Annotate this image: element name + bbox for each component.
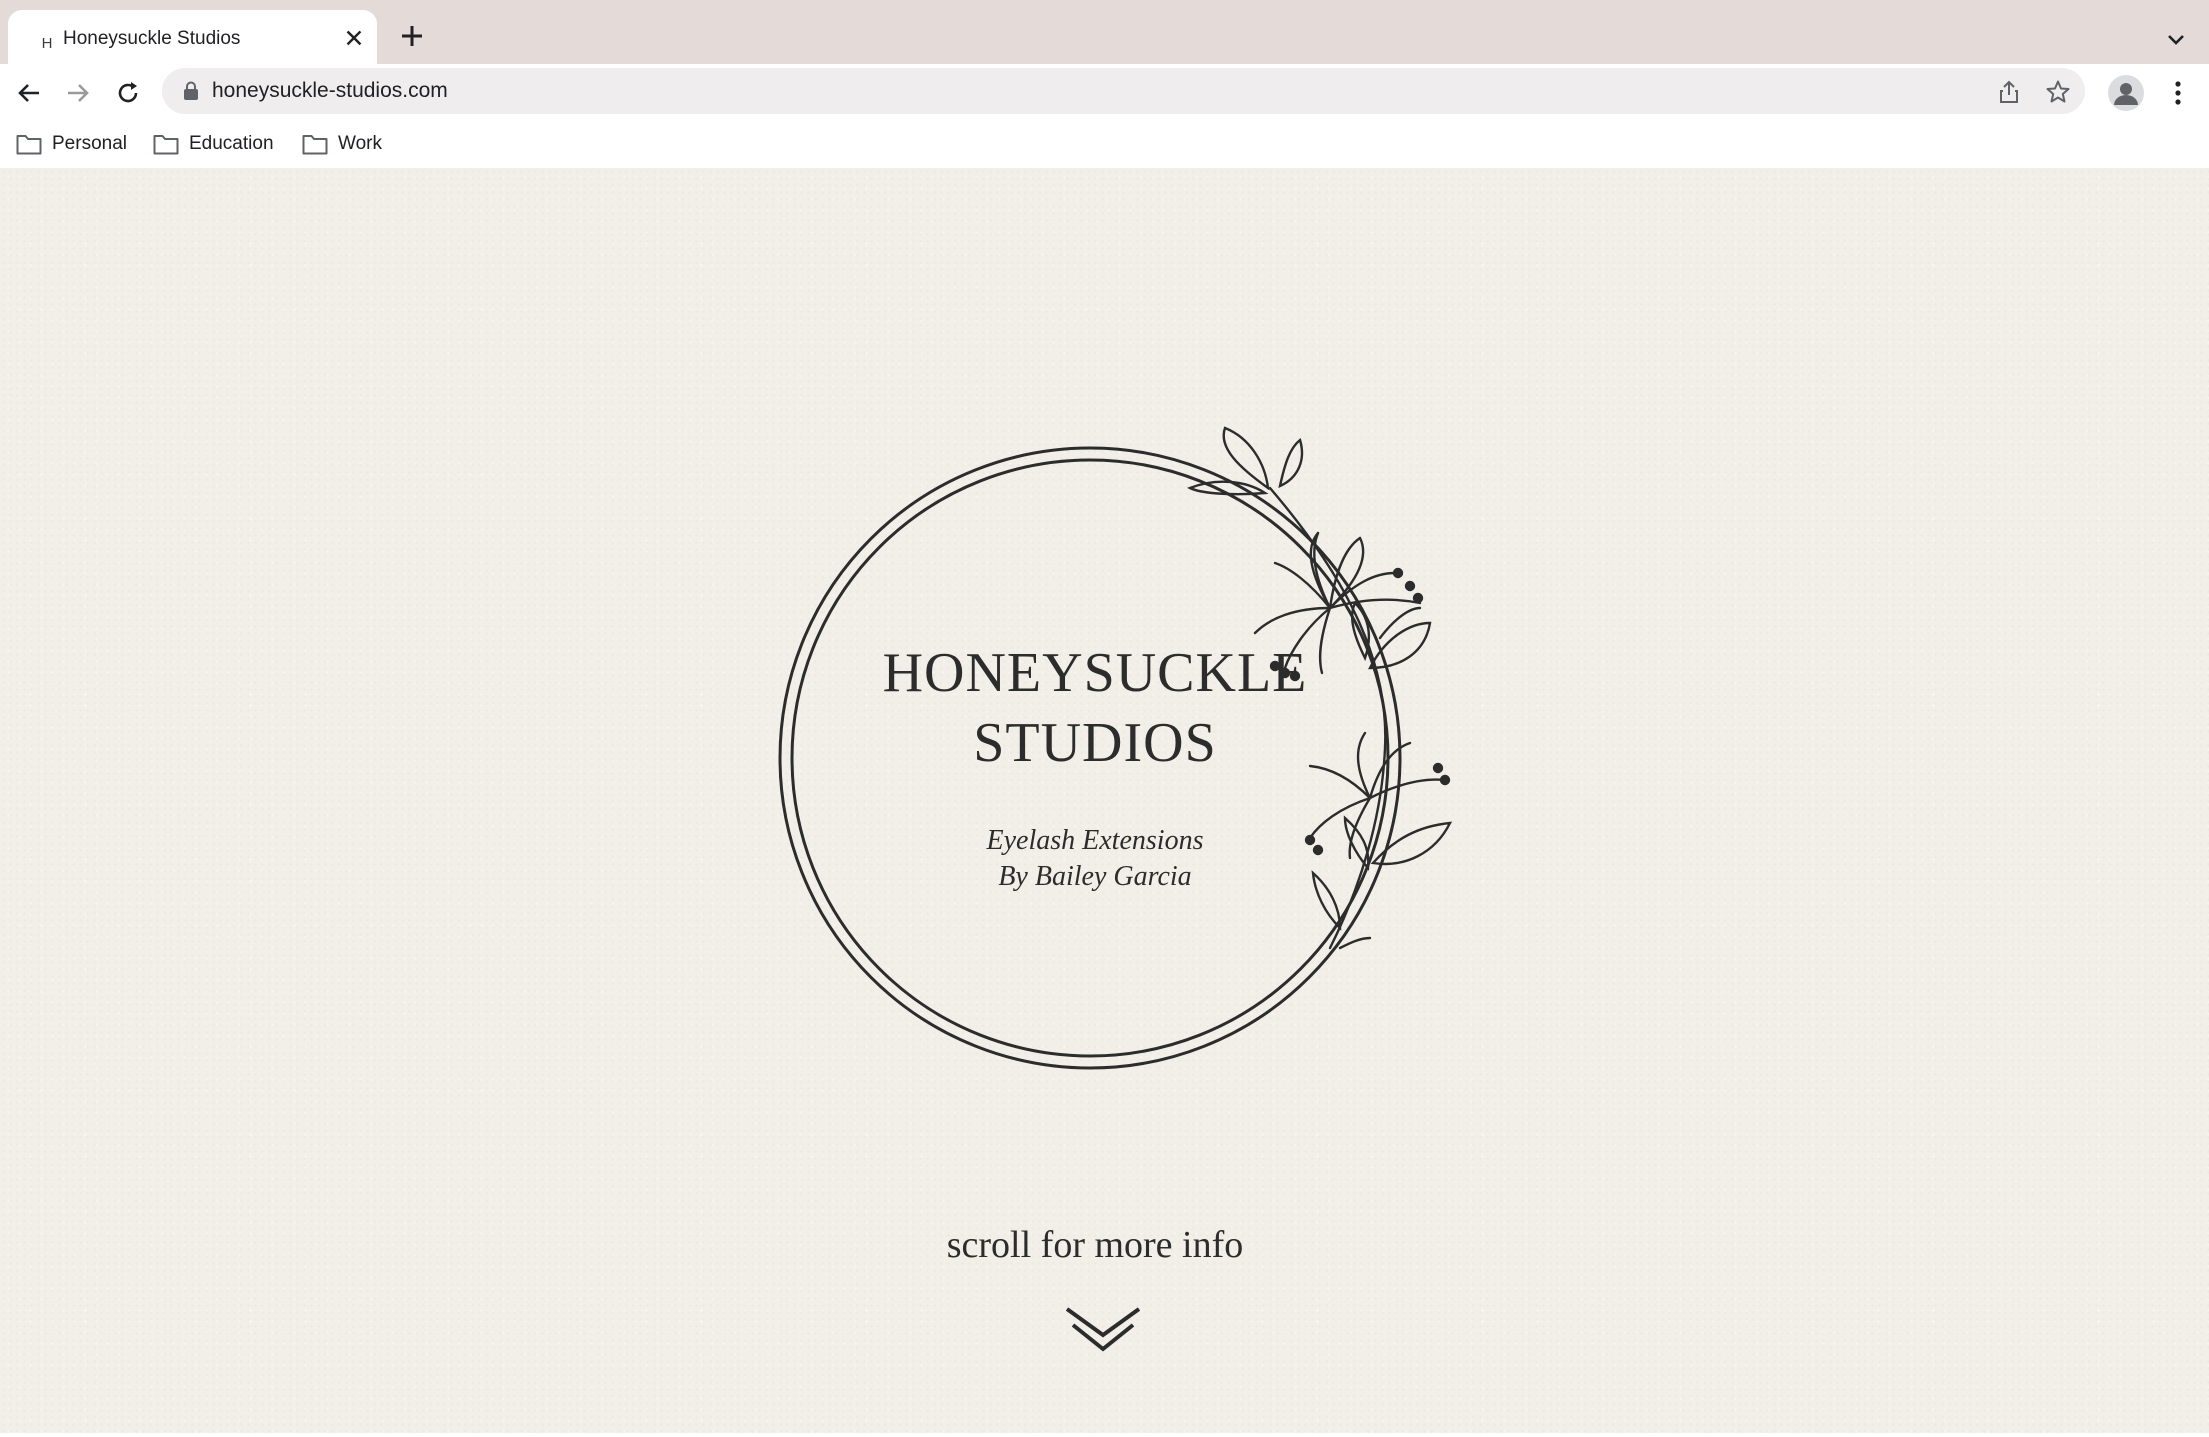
bookmark-folder-work[interactable]: Work bbox=[302, 130, 382, 158]
bookmark-folder-personal[interactable]: Personal bbox=[16, 130, 127, 158]
tagline-line1: Eyelash Extensions bbox=[986, 825, 1204, 856]
arrow-right-icon[interactable] bbox=[61, 76, 95, 110]
bookmarks-bar: Personal Education Work bbox=[0, 120, 2209, 168]
chevron-down-icon[interactable] bbox=[2162, 26, 2190, 54]
star-icon[interactable] bbox=[2044, 78, 2072, 106]
browser-toolbar: honeysuckle-studios.com bbox=[0, 64, 2209, 120]
profile-avatar-icon[interactable] bbox=[2108, 75, 2144, 111]
bookmark-label: Education bbox=[189, 133, 274, 154]
folder-icon bbox=[302, 135, 328, 155]
tagline: Eyelash Extensions By Bailey Garcia bbox=[840, 823, 1350, 895]
folder-icon bbox=[153, 135, 179, 155]
tab-title: Honeysuckle Studios bbox=[63, 28, 241, 49]
folder-icon bbox=[16, 135, 42, 155]
arrow-left-icon[interactable] bbox=[12, 76, 46, 110]
share-icon[interactable] bbox=[1995, 78, 2023, 106]
scroll-hint-text: scroll for more info bbox=[946, 1224, 1244, 1266]
address-bar[interactable]: honeysuckle-studios.com bbox=[162, 68, 2085, 114]
url-text[interactable]: honeysuckle-studios.com bbox=[212, 79, 448, 103]
bookmark-folder-education[interactable]: Education bbox=[153, 130, 274, 158]
brand-title-line2: STUDIOS bbox=[973, 712, 1217, 774]
brand-title-line1: HONEYSUCKLE bbox=[882, 642, 1308, 704]
bookmark-label: Work bbox=[338, 133, 382, 154]
tagline-line2: By Bailey Garcia bbox=[998, 861, 1192, 892]
plus-icon[interactable] bbox=[396, 20, 428, 52]
tab-strip: H Honeysuckle Studios ✕ bbox=[0, 0, 2209, 64]
more-vertical-icon[interactable] bbox=[2164, 76, 2192, 110]
bookmark-label: Personal bbox=[52, 133, 127, 154]
brand-title: HONEYSUCKLE STUDIOS bbox=[780, 638, 1410, 778]
page-content: HONEYSUCKLE STUDIOS Eyelash Extensions B… bbox=[0, 168, 2209, 1437]
browser-tab[interactable]: H Honeysuckle Studios ✕ bbox=[8, 10, 377, 64]
lock-icon[interactable] bbox=[182, 81, 200, 101]
double-chevron-down-icon[interactable] bbox=[1063, 1305, 1143, 1357]
close-icon[interactable]: ✕ bbox=[340, 25, 368, 53]
window-bottom-edge bbox=[0, 1433, 2209, 1437]
site-favicon: H bbox=[41, 35, 53, 52]
reload-icon[interactable] bbox=[111, 76, 145, 110]
